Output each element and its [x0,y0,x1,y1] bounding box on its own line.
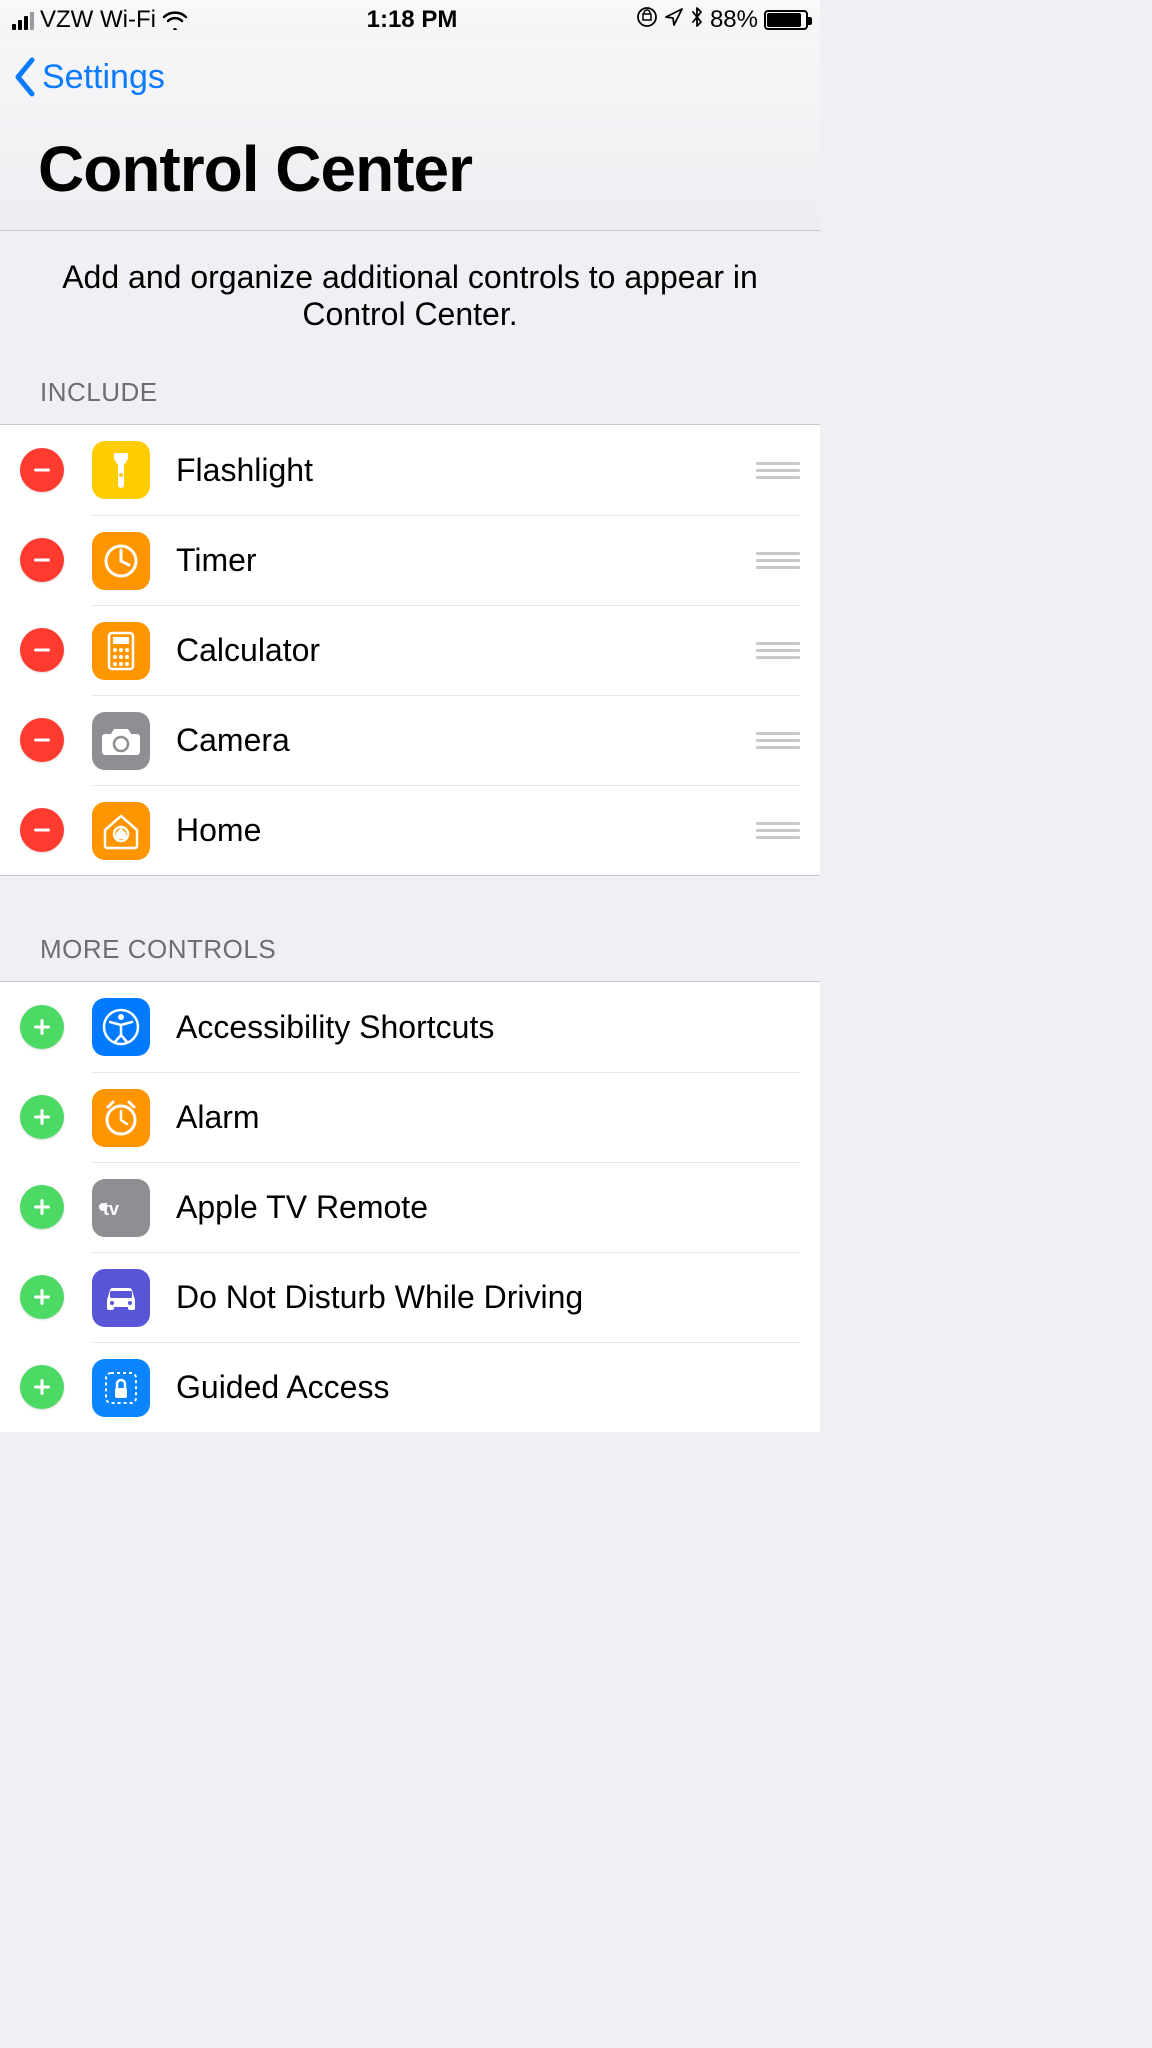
row-label: Timer [176,542,756,579]
apple-tv-icon: tv [92,1179,150,1237]
remove-button[interactable] [20,538,64,582]
section-header-include: Include [0,377,820,424]
location-icon [664,6,684,34]
list-item[interactable]: Timer [0,515,820,605]
drag-handle[interactable] [756,822,800,839]
row-label: Calculator [176,632,756,669]
drag-handle[interactable] [756,732,800,749]
add-button[interactable] [20,1365,64,1409]
add-button[interactable] [20,1095,64,1139]
list-item[interactable]: Home [0,785,820,875]
accessibility-icon [92,998,150,1056]
list-item[interactable]: Calculator [0,605,820,695]
orientation-lock-icon [636,6,658,35]
list-item[interactable]: Guided Access [0,1342,820,1432]
row-label: Do Not Disturb While Driving [176,1279,800,1316]
list-item[interactable]: Do Not Disturb While Driving [0,1252,820,1342]
row-label: Camera [176,722,756,759]
page-description: Add and organize additional controls to … [0,230,820,377]
signal-icon [12,10,34,30]
car-icon [92,1269,150,1327]
row-label: Home [176,812,756,849]
add-button[interactable] [20,1005,64,1049]
flashlight-icon [92,441,150,499]
remove-button[interactable] [20,448,64,492]
drag-handle[interactable] [756,552,800,569]
section-header-more: More Controls [0,876,820,981]
list-item[interactable]: Accessibility Shortcuts [0,982,820,1072]
remove-button[interactable] [20,808,64,852]
list-item[interactable]: Camera [0,695,820,785]
remove-button[interactable] [20,628,64,672]
nav-bar: Settings Control Center [0,40,820,230]
battery-icon [764,10,808,30]
wifi-icon [162,10,188,30]
row-label: Accessibility Shortcuts [176,1009,800,1046]
list-item[interactable]: Alarm [0,1072,820,1162]
status-time: 1:18 PM [367,6,458,34]
chevron-left-icon [10,56,40,98]
battery-percent: 88% [710,6,758,34]
back-label: Settings [42,58,165,97]
home-icon [92,802,150,860]
back-button[interactable]: Settings [10,56,810,98]
timer-icon [92,532,150,590]
include-list: Flashlight Timer Calculator [0,424,820,876]
status-left: VZW Wi-Fi [12,6,188,34]
bluetooth-icon [690,6,704,35]
camera-icon [92,712,150,770]
drag-handle[interactable] [756,642,800,659]
add-button[interactable] [20,1275,64,1319]
drag-handle[interactable] [756,462,800,479]
list-item[interactable]: Flashlight [0,425,820,515]
status-right: 88% [636,6,808,35]
row-label: Guided Access [176,1369,800,1406]
status-bar: VZW Wi-Fi 1:18 PM 88% [0,0,820,40]
add-button[interactable] [20,1185,64,1229]
more-controls-list: Accessibility Shortcuts Alarm tv Apple T… [0,981,820,1432]
guided-access-icon [92,1359,150,1417]
page-title: Control Center [10,98,810,216]
carrier-label: VZW Wi-Fi [40,6,156,34]
list-item[interactable]: tv Apple TV Remote [0,1162,820,1252]
remove-button[interactable] [20,718,64,762]
row-label: Apple TV Remote [176,1189,800,1226]
alarm-icon [92,1089,150,1147]
row-label: Flashlight [176,452,756,489]
calculator-icon [92,622,150,680]
row-label: Alarm [176,1099,800,1136]
